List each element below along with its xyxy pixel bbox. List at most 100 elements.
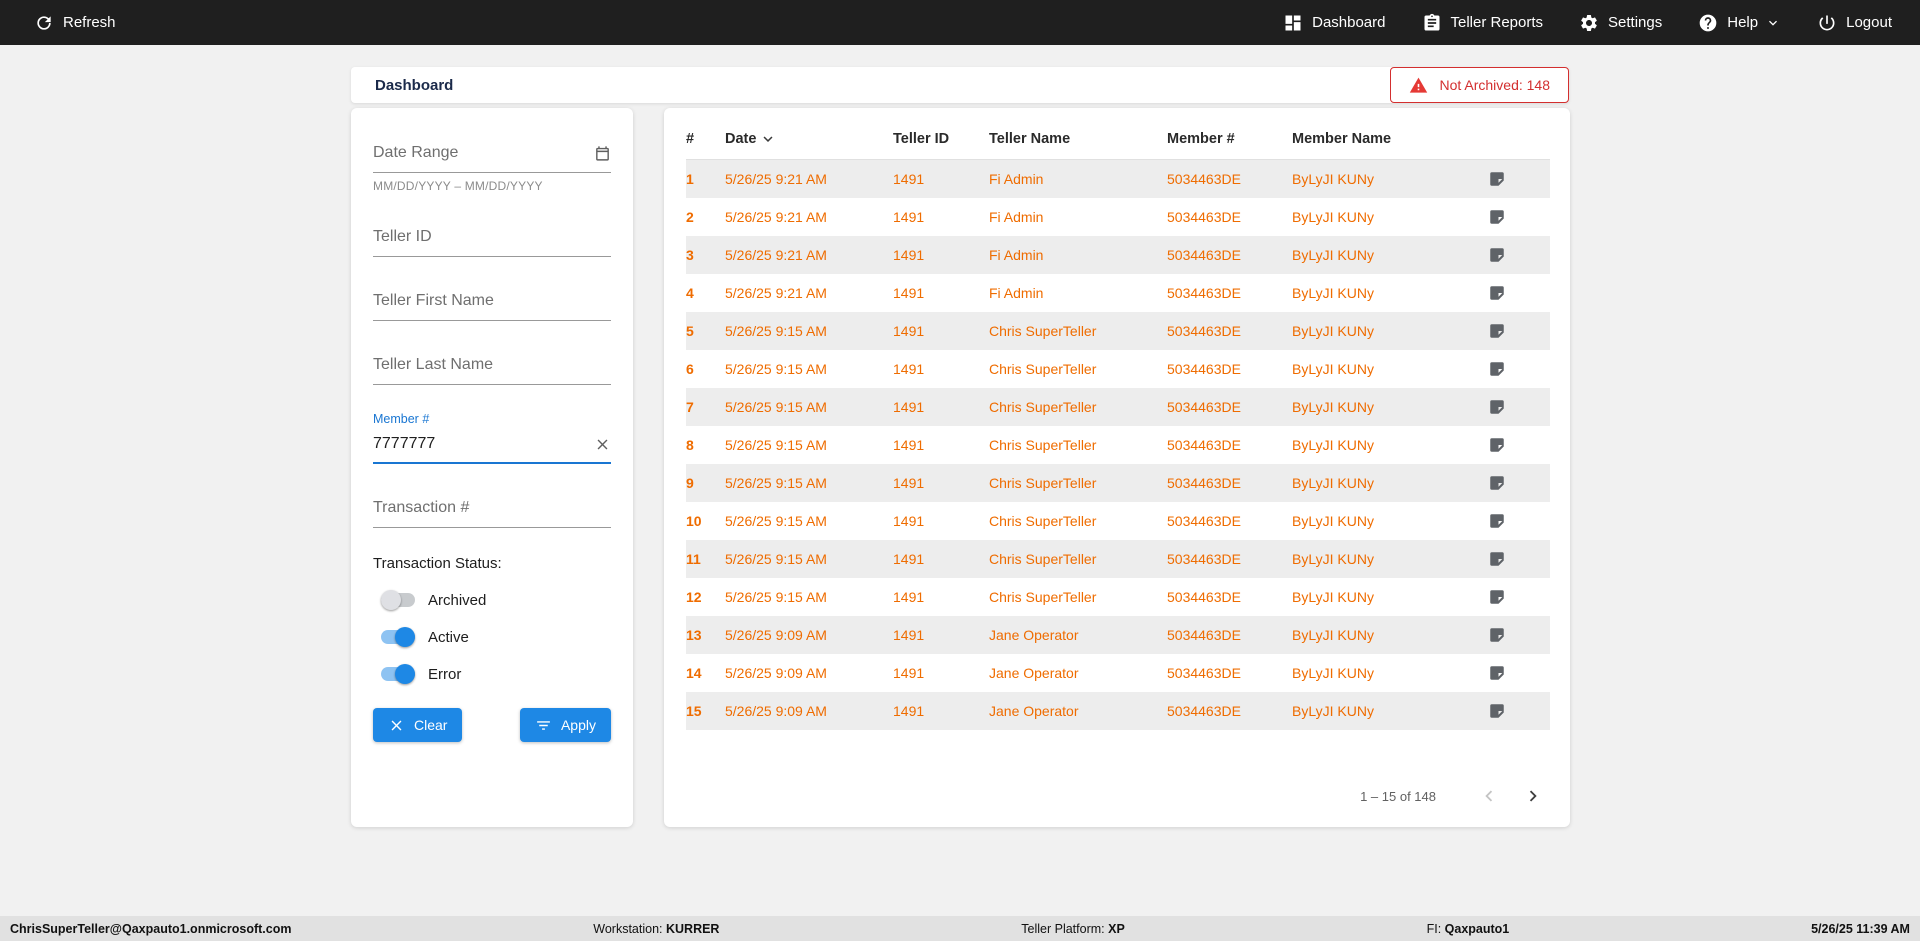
table-body: 1 5/26/25 9:21 AM 1491 Fi Admin 5034463D… — [686, 160, 1550, 730]
clear-button[interactable]: Clear — [373, 708, 463, 742]
member-number-input[interactable] — [373, 435, 594, 453]
row-number: 13 — [686, 627, 702, 643]
page-next-icon[interactable] — [1522, 785, 1544, 807]
row-member-name: ByLyJI KUNy — [1292, 475, 1374, 491]
note-icon[interactable] — [1488, 322, 1550, 340]
teller-id-input[interactable] — [373, 228, 611, 246]
row-teller-id: 1491 — [893, 361, 925, 377]
table-row[interactable]: 13 5/26/25 9:09 AM 1491 Jane Operator 50… — [686, 616, 1550, 654]
row-number: 15 — [686, 703, 702, 719]
note-icon[interactable] — [1488, 550, 1550, 568]
table-row[interactable]: 7 5/26/25 9:15 AM 1491 Chris SuperTeller… — [686, 388, 1550, 426]
note-icon[interactable] — [1488, 436, 1550, 454]
transaction-number-input[interactable] — [373, 499, 611, 517]
note-icon[interactable] — [1488, 474, 1550, 492]
col-date[interactable]: Date — [725, 130, 893, 148]
status-user: ChrisSuperTeller@Qaxpauto1.onmicrosoft.c… — [10, 921, 292, 936]
col-num: # — [686, 130, 695, 147]
nav-teller-reports[interactable]: Teller Reports — [1422, 13, 1544, 33]
col-teller-id: Teller ID — [893, 130, 950, 147]
table-row[interactable]: 12 5/26/25 9:15 AM 1491 Chris SuperTelle… — [686, 578, 1550, 616]
transactions-table: # Date Teller ID Teller Name Member # Me… — [664, 108, 1570, 827]
teller-id-field — [373, 220, 611, 257]
row-date: 5/26/25 9:21 AM — [725, 171, 827, 187]
active-switch[interactable] — [381, 627, 415, 647]
table-row[interactable]: 14 5/26/25 9:09 AM 1491 Jane Operator 50… — [686, 654, 1550, 692]
row-member-num: 5034463DE — [1167, 209, 1241, 225]
row-member-name: ByLyJI KUNy — [1292, 437, 1374, 453]
apply-button[interactable]: Apply — [519, 708, 611, 742]
row-member-name: ByLyJI KUNy — [1292, 551, 1374, 567]
table-row[interactable]: 6 5/26/25 9:15 AM 1491 Chris SuperTeller… — [686, 350, 1550, 388]
table-row[interactable]: 15 5/26/25 9:09 AM 1491 Jane Operator 50… — [686, 692, 1550, 730]
pagination-range: 1 – 15 of 148 — [1360, 788, 1436, 804]
note-icon[interactable] — [1488, 588, 1550, 606]
date-range-input[interactable] — [373, 144, 594, 162]
nav-help[interactable]: Help — [1698, 13, 1781, 33]
note-icon[interactable] — [1488, 360, 1550, 378]
table-row[interactable]: 10 5/26/25 9:15 AM 1491 Chris SuperTelle… — [686, 502, 1550, 540]
table-row[interactable]: 1 5/26/25 9:21 AM 1491 Fi Admin 5034463D… — [686, 160, 1550, 198]
teller-first-name-field — [373, 284, 611, 321]
teller-last-name-input[interactable] — [373, 356, 611, 374]
note-icon[interactable] — [1488, 208, 1550, 226]
note-icon[interactable] — [1488, 170, 1550, 188]
row-number: 5 — [686, 323, 694, 339]
row-date: 5/26/25 9:15 AM — [725, 475, 827, 491]
refresh-button[interactable]: Refresh — [34, 13, 116, 33]
sort-desc-icon — [763, 135, 773, 142]
top-bar: Refresh Dashboard Teller Reports Setting… — [0, 0, 1920, 45]
apply-button-label: Apply — [560, 717, 596, 733]
row-teller-name: Fi Admin — [989, 209, 1044, 225]
row-member-num: 5034463DE — [1167, 589, 1241, 605]
col-teller-name: Teller Name — [989, 130, 1071, 147]
row-member-name: ByLyJI KUNy — [1292, 589, 1374, 605]
note-icon[interactable] — [1488, 398, 1550, 416]
warning-icon — [1410, 77, 1428, 93]
table-row[interactable]: 3 5/26/25 9:21 AM 1491 Fi Admin 5034463D… — [686, 236, 1550, 274]
nav-settings[interactable]: Settings — [1579, 13, 1662, 33]
note-icon[interactable] — [1488, 702, 1550, 720]
table-row[interactable]: 2 5/26/25 9:21 AM 1491 Fi Admin 5034463D… — [686, 198, 1550, 236]
table-row[interactable]: 11 5/26/25 9:15 AM 1491 Chris SuperTelle… — [686, 540, 1550, 578]
nav-teller-reports-label: Teller Reports — [1450, 14, 1544, 31]
table-row[interactable]: 4 5/26/25 9:21 AM 1491 Fi Admin 5034463D… — [686, 274, 1550, 312]
not-archived-badge[interactable]: Not Archived: 148 — [1390, 67, 1569, 103]
row-member-name: ByLyJI KUNy — [1292, 513, 1374, 529]
table-row[interactable]: 8 5/26/25 9:15 AM 1491 Chris SuperTeller… — [686, 426, 1550, 464]
teller-first-name-input[interactable] — [373, 292, 611, 310]
date-range-helper: MM/DD/YYYY – MM/DD/YYYY — [373, 179, 543, 193]
toggle-active[interactable]: Active — [373, 627, 611, 647]
table-row[interactable]: 5 5/26/25 9:15 AM 1491 Chris SuperTeller… — [686, 312, 1550, 350]
row-teller-name: Jane Operator — [989, 627, 1079, 643]
row-teller-name: Chris SuperTeller — [989, 323, 1097, 339]
row-teller-name: Chris SuperTeller — [989, 399, 1097, 415]
row-number: 2 — [686, 209, 694, 225]
row-teller-name: Chris SuperTeller — [989, 437, 1097, 453]
note-icon[interactable] — [1488, 664, 1550, 682]
content-header: Dashboard Not Archived: 148 — [351, 67, 1569, 103]
page-title: Dashboard — [375, 76, 454, 94]
toggle-archived[interactable]: Archived — [373, 590, 611, 610]
row-teller-name: Fi Admin — [989, 247, 1044, 263]
calendar-icon[interactable] — [594, 145, 611, 162]
clear-field-icon[interactable] — [594, 436, 611, 453]
error-switch[interactable] — [381, 664, 415, 684]
row-teller-id: 1491 — [893, 665, 925, 681]
row-member-name: ByLyJI KUNy — [1292, 361, 1374, 377]
note-icon[interactable] — [1488, 284, 1550, 302]
row-member-num: 5034463DE — [1167, 323, 1241, 339]
row-teller-name: Chris SuperTeller — [989, 361, 1097, 377]
toggle-error[interactable]: Error — [373, 664, 611, 684]
page-prev-icon[interactable] — [1478, 785, 1500, 807]
note-icon[interactable] — [1488, 626, 1550, 644]
note-icon[interactable] — [1488, 246, 1550, 264]
row-teller-name: Jane Operator — [989, 703, 1079, 719]
nav-logout[interactable]: Logout — [1817, 13, 1892, 33]
dashboard-icon — [1285, 15, 1301, 30]
table-row[interactable]: 9 5/26/25 9:15 AM 1491 Chris SuperTeller… — [686, 464, 1550, 502]
nav-dashboard[interactable]: Dashboard — [1283, 13, 1386, 33]
note-icon[interactable] — [1488, 512, 1550, 530]
row-member-num: 5034463DE — [1167, 437, 1241, 453]
archived-switch[interactable] — [381, 590, 415, 610]
